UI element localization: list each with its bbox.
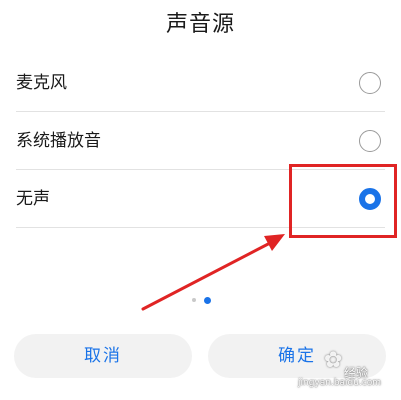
page-indicator <box>188 295 218 305</box>
paw-icon: ✿ <box>324 348 343 373</box>
option-label: 无声 <box>16 189 50 209</box>
sound-source-dialog: 声音源 麦克风 系统播放音 无声 取消 确定 ✿ 经验 jingyan.baid… <box>0 0 401 400</box>
cancel-button[interactable]: 取消 <box>14 334 192 378</box>
watermark-url: jingyan.baidu.com <box>298 378 382 388</box>
option-microphone[interactable]: 麦克风 <box>0 54 401 112</box>
annotation-highlight-box <box>289 164 397 238</box>
option-system-audio[interactable]: 系统播放音 <box>0 112 401 170</box>
option-label: 系统播放音 <box>16 131 101 151</box>
page-dot-active <box>204 297 211 304</box>
radio-unchecked-icon[interactable] <box>359 72 381 94</box>
watermark: ✿ 经验 jingyan.baidu.com <box>296 348 401 400</box>
page-dot-inactive <box>192 298 196 302</box>
option-label: 麦克风 <box>16 73 67 93</box>
radio-unchecked-icon[interactable] <box>359 130 381 152</box>
dialog-title: 声音源 <box>165 12 235 37</box>
